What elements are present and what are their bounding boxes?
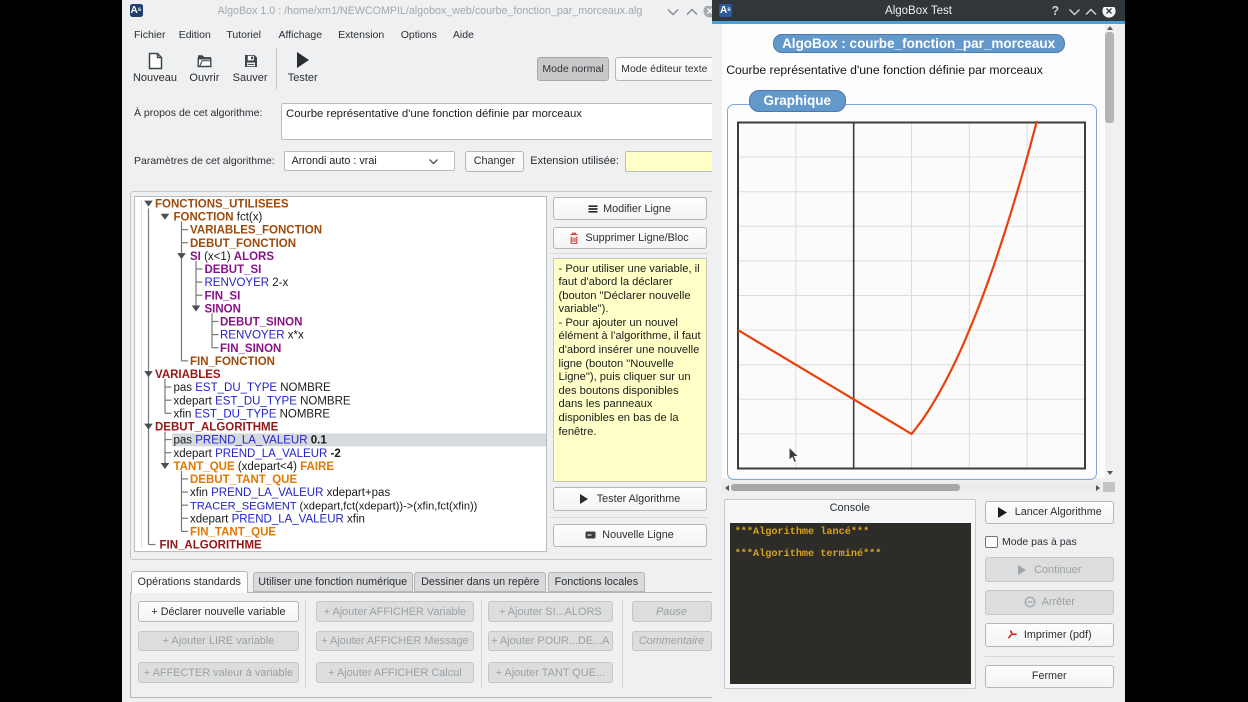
svg-text:TRACER_SEGMENT (xdepart,fct(xd: TRACER_SEGMENT (xdepart,fct(xdepart))->(… bbox=[190, 500, 477, 512]
svg-text:FONCTIONS_UTILISEES: FONCTIONS_UTILISEES bbox=[155, 199, 289, 211]
svg-text:DEBUT_TANT_QUE: DEBUT_TANT_QUE bbox=[190, 474, 297, 486]
svg-text:DEBUT_SINON: DEBUT_SINON bbox=[220, 317, 302, 329]
svg-text:FIN_TANT_QUE: FIN_TANT_QUE bbox=[190, 527, 276, 539]
svg-text:xdepart PREND_LA_VALEUR xfin: xdepart PREND_LA_VALEUR xfin bbox=[190, 513, 365, 525]
svg-text:xfin EST_DU_TYPE NOMBRE: xfin EST_DU_TYPE NOMBRE bbox=[174, 408, 331, 420]
svg-text:RENVOYER 2-x: RENVOYER 2-x bbox=[205, 277, 289, 289]
svg-text:SINON: SINON bbox=[205, 303, 241, 315]
svg-text:DEBUT_FONCTION: DEBUT_FONCTION bbox=[190, 238, 296, 250]
svg-text:pas PREND_LA_VALEUR 0.1: pas PREND_LA_VALEUR 0.1 bbox=[174, 435, 328, 447]
svg-text:FIN_FONCTION: FIN_FONCTION bbox=[190, 356, 275, 368]
svg-text:FONCTION fct(x): FONCTION fct(x) bbox=[174, 212, 263, 224]
svg-text:SI (x<1) ALORS: SI (x<1) ALORS bbox=[190, 251, 274, 263]
svg-text:DEBUT_ALGORITHME: DEBUT_ALGORITHME bbox=[155, 422, 279, 434]
svg-text:TANT_QUE (xdepart<4) FAIRE: TANT_QUE (xdepart<4) FAIRE bbox=[174, 461, 335, 473]
svg-text:pas EST_DU_TYPE NOMBRE: pas EST_DU_TYPE NOMBRE bbox=[174, 382, 332, 394]
svg-text:VARIABLES: VARIABLES bbox=[155, 369, 221, 381]
svg-text:FIN_ALGORITHME: FIN_ALGORITHME bbox=[160, 540, 263, 552]
svg-text:xfin PREND_LA_VALEUR xdepart+p: xfin PREND_LA_VALEUR xdepart+pas bbox=[190, 487, 390, 499]
svg-text:xdepart EST_DU_TYPE NOMBRE: xdepart EST_DU_TYPE NOMBRE bbox=[174, 395, 351, 407]
svg-text:VARIABLES_FONCTION: VARIABLES_FONCTION bbox=[190, 225, 322, 237]
svg-text:DEBUT_SI: DEBUT_SI bbox=[205, 264, 262, 276]
svg-text:FIN_SI: FIN_SI bbox=[205, 290, 241, 302]
svg-text:xdepart PREND_LA_VALEUR -2: xdepart PREND_LA_VALEUR -2 bbox=[174, 448, 341, 460]
svg-text:RENVOYER x*x: RENVOYER x*x bbox=[220, 330, 304, 342]
svg-text:FIN_SINON: FIN_SINON bbox=[220, 343, 281, 355]
